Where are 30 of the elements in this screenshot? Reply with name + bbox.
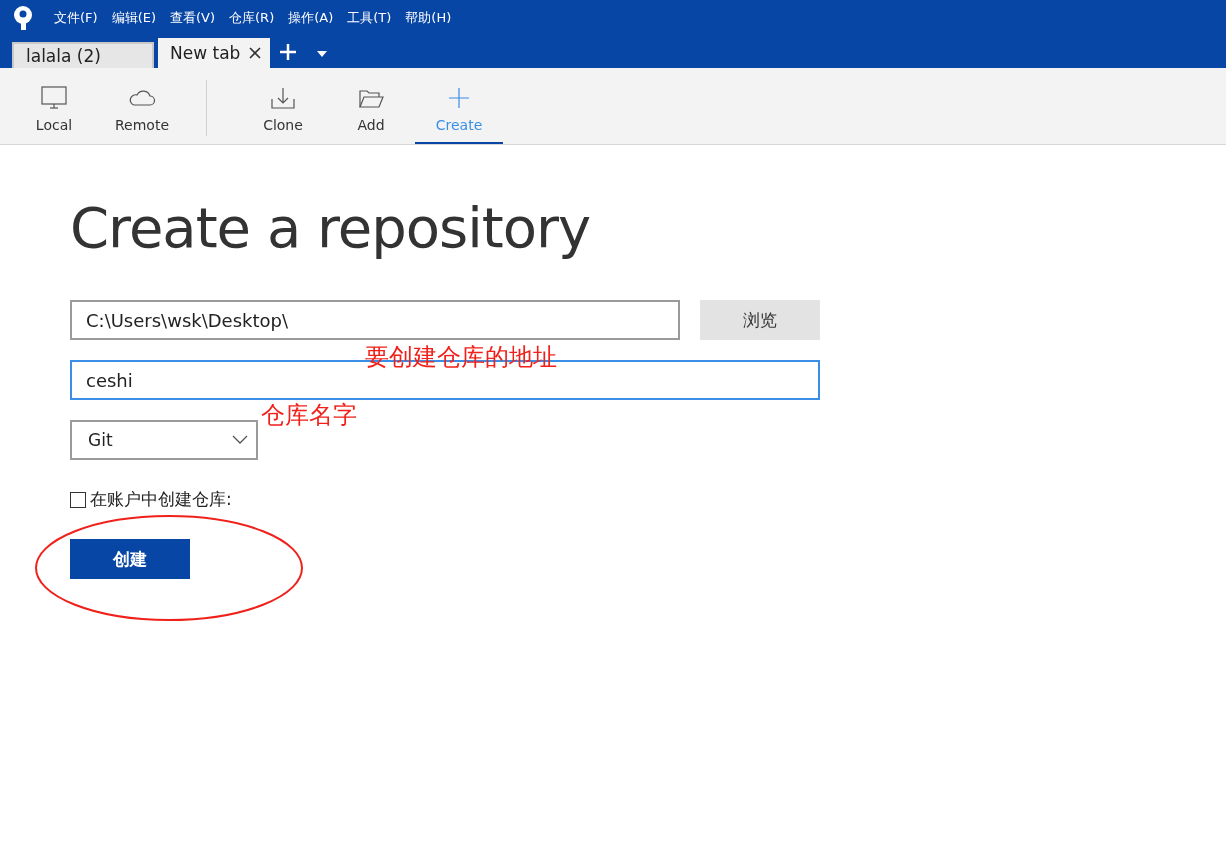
monitor-icon [40,85,68,111]
tab-label: New tab [170,43,241,63]
menu-item[interactable]: 工具(T) [347,9,392,27]
toolbar-button[interactable]: Clone [239,68,327,144]
path-field[interactable]: C:\Users\wsk\Desktop\ [70,300,680,340]
annotation-text: 仓库名字 [261,400,357,431]
menu-item[interactable]: 编辑(E) [111,9,156,27]
close-icon[interactable] [248,46,262,60]
menu-item[interactable]: 帮助(H) [405,9,452,27]
menu-item[interactable]: 查看(V) [170,9,216,27]
toolbar-button[interactable]: Add [327,68,415,144]
checkbox[interactable] [70,491,86,508]
page-title: Create a repository [70,195,592,260]
toolbar-button[interactable]: Local [10,68,98,144]
chevron-icon [232,435,248,445]
create-button[interactable]: 创建 [70,539,190,579]
menu-item[interactable]: 文件(F) [54,9,98,27]
browse-button[interactable]: 浏览 [700,300,820,340]
plus-icon[interactable] [278,42,298,62]
caret-icon[interactable] [316,50,328,58]
download-icon [269,85,297,111]
menu-item[interactable]: 操作(A) [288,9,334,27]
checkbox-label: 在账户中创建仓库: [90,488,232,511]
tab-label: lalala (2) [26,46,101,66]
toolbar-button[interactable]: Remote [98,68,186,144]
tab[interactable]: lalala (2) [12,42,154,68]
menu-item[interactable]: 仓库(R) [229,9,275,27]
tab[interactable]: New tab [158,38,270,68]
app-logo-icon [12,5,34,31]
vcs-dropdown[interactable]: Git [70,420,258,460]
